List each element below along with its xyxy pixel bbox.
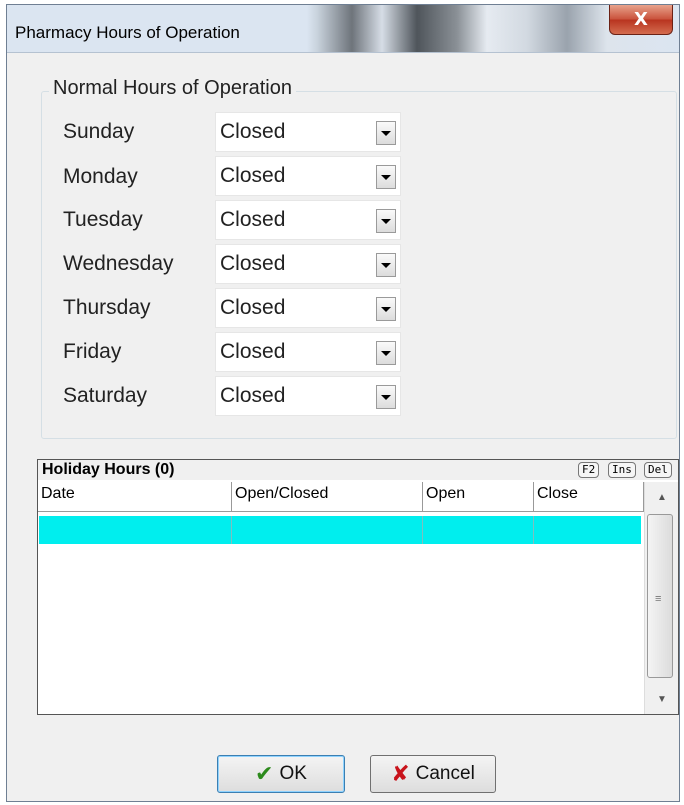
saturday-hours-select[interactable]: Closed	[215, 376, 401, 416]
column-header-open-closed[interactable]: Open/Closed	[232, 482, 423, 512]
dropdown-arrow-icon[interactable]	[376, 121, 396, 145]
scroll-thumb[interactable]: ≡	[647, 514, 673, 678]
scroll-down-icon[interactable]: ▼	[653, 690, 671, 708]
cancel-button[interactable]: ✘ Cancel	[370, 755, 496, 793]
insert-key-button[interactable]: Ins	[608, 462, 636, 478]
saturday-hours-value: Closed	[220, 384, 286, 407]
friday-hours-value: Closed	[220, 340, 286, 363]
dropdown-arrow-icon[interactable]	[376, 253, 396, 277]
window-title: Pharmacy Hours of Operation	[15, 23, 240, 42]
ok-button-label: OK	[279, 763, 307, 784]
tuesday-hours-value: Closed	[220, 208, 286, 231]
wednesday-hours-value: Closed	[220, 252, 286, 275]
day-label-sunday: Sunday	[63, 120, 135, 143]
close-button[interactable]: X	[609, 5, 673, 35]
thursday-hours-value: Closed	[220, 296, 286, 319]
day-label-saturday: Saturday	[63, 384, 148, 407]
checkmark-icon: ✔	[255, 761, 274, 787]
monday-hours-value: Closed	[220, 164, 286, 187]
holiday-hours-title: Holiday Hours (0)	[42, 461, 175, 478]
monday-hours-select[interactable]: Closed	[215, 156, 401, 196]
column-header-close[interactable]: Close	[534, 482, 644, 512]
dropdown-arrow-icon[interactable]	[376, 385, 396, 409]
dropdown-arrow-icon[interactable]	[376, 165, 396, 189]
normal-hours-legend: Normal Hours of Operation	[49, 77, 296, 100]
day-label-wednesday: Wednesday	[63, 252, 174, 275]
title-bar: Pharmacy Hours of Operation X	[7, 5, 679, 53]
cross-icon: ✘	[391, 761, 410, 787]
thursday-hours-select[interactable]: Closed	[215, 288, 401, 328]
table-cell-date[interactable]	[39, 516, 232, 544]
scroll-up-icon[interactable]: ▲	[653, 488, 671, 506]
holiday-hours-grid: Holiday Hours (0) F2 Ins Del Date Open/C…	[37, 459, 679, 715]
column-header-open[interactable]: Open	[423, 482, 534, 512]
dropdown-arrow-icon[interactable]	[376, 341, 396, 365]
sunday-hours-value: Closed	[220, 120, 286, 143]
table-cell-open[interactable]	[423, 516, 534, 544]
holiday-hours-header: Holiday Hours (0) F2 Ins Del	[38, 460, 678, 480]
wednesday-hours-select[interactable]: Closed	[215, 244, 401, 284]
grip-icon: ≡	[655, 593, 662, 605]
friday-hours-select[interactable]: Closed	[215, 332, 401, 372]
dropdown-arrow-icon[interactable]	[376, 297, 396, 321]
table-cell-open-closed[interactable]	[232, 516, 423, 544]
cancel-button-label: Cancel	[415, 763, 475, 784]
table-cell-close[interactable]	[534, 516, 641, 544]
vertical-scrollbar[interactable]: ▲ ≡ ▼	[644, 482, 678, 714]
day-label-monday: Monday	[63, 165, 138, 188]
ok-button[interactable]: ✔ OK	[217, 755, 345, 793]
f2-key-button[interactable]: F2	[578, 462, 600, 478]
table-row[interactable]	[39, 516, 641, 544]
day-label-friday: Friday	[63, 340, 122, 363]
delete-key-button[interactable]: Del	[644, 462, 672, 478]
dialog-window: Pharmacy Hours of Operation X Normal Hou…	[6, 4, 680, 802]
close-icon: X	[634, 9, 648, 30]
tuesday-hours-select[interactable]: Closed	[215, 200, 401, 240]
dropdown-arrow-icon[interactable]	[376, 209, 396, 233]
day-label-tuesday: Tuesday	[63, 208, 143, 231]
column-header-date[interactable]: Date	[38, 482, 232, 512]
day-label-thursday: Thursday	[63, 296, 151, 319]
sunday-hours-select[interactable]: Closed	[215, 112, 401, 152]
